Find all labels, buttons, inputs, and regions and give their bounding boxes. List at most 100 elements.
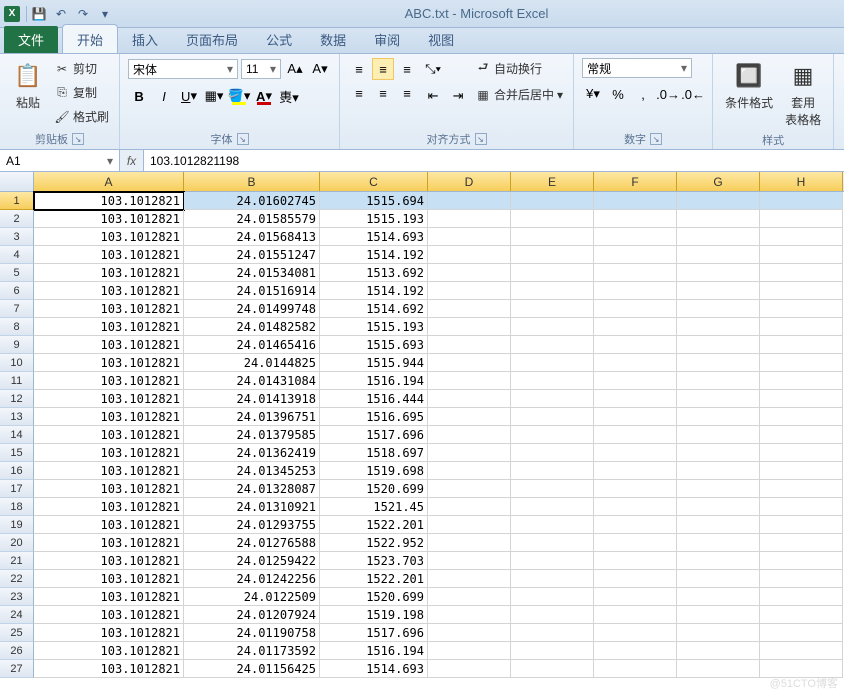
cell-H16[interactable]	[760, 462, 843, 480]
cell-F27[interactable]	[594, 660, 677, 678]
cell-B1[interactable]: 24.01602745	[184, 192, 320, 210]
row-header-10[interactable]: 10	[0, 354, 34, 372]
chevron-down-icon[interactable]: ▾	[107, 154, 113, 168]
cell-C1[interactable]: 1515.694	[320, 192, 428, 210]
cell-D7[interactable]	[428, 300, 511, 318]
align-bottom-button[interactable]: ≡	[396, 58, 418, 80]
select-all-corner[interactable]	[0, 172, 34, 191]
cell-G13[interactable]	[677, 408, 760, 426]
cell-B15[interactable]: 24.01362419	[184, 444, 320, 462]
cell-D20[interactable]	[428, 534, 511, 552]
cell-B10[interactable]: 24.0144825	[184, 354, 320, 372]
cell-C21[interactable]: 1523.703	[320, 552, 428, 570]
cell-D13[interactable]	[428, 408, 511, 426]
row-header-5[interactable]: 5	[0, 264, 34, 282]
cell-B23[interactable]: 24.0122509	[184, 588, 320, 606]
tab-review[interactable]: 审阅	[360, 25, 414, 53]
cell-D6[interactable]	[428, 282, 511, 300]
row-header-17[interactable]: 17	[0, 480, 34, 498]
cell-F1[interactable]	[594, 192, 677, 210]
cell-E8[interactable]	[511, 318, 594, 336]
cell-G6[interactable]	[677, 282, 760, 300]
cell-C18[interactable]: 1521.45	[320, 498, 428, 516]
underline-button[interactable]: U▾	[178, 85, 200, 107]
cell-B6[interactable]: 24.01516914	[184, 282, 320, 300]
row-header-6[interactable]: 6	[0, 282, 34, 300]
cell-E18[interactable]	[511, 498, 594, 516]
cell-C10[interactable]: 1515.944	[320, 354, 428, 372]
cell-G15[interactable]	[677, 444, 760, 462]
row-header-7[interactable]: 7	[0, 300, 34, 318]
cell-C22[interactable]: 1522.201	[320, 570, 428, 588]
cell-D12[interactable]	[428, 390, 511, 408]
cell-D5[interactable]	[428, 264, 511, 282]
cell-A4[interactable]: 103.1012821	[34, 246, 184, 264]
cell-G19[interactable]	[677, 516, 760, 534]
row-header-13[interactable]: 13	[0, 408, 34, 426]
shrink-font-button[interactable]: A▾	[309, 58, 331, 80]
font-launcher[interactable]: ↘	[237, 133, 249, 145]
row-header-2[interactable]: 2	[0, 210, 34, 228]
qat-dropdown-icon[interactable]: ▾	[97, 6, 113, 22]
cell-E5[interactable]	[511, 264, 594, 282]
format-painter-button[interactable]: 🖌格式刷	[52, 106, 111, 127]
cell-H14[interactable]	[760, 426, 843, 444]
row-header-25[interactable]: 25	[0, 624, 34, 642]
tab-view[interactable]: 视图	[414, 25, 468, 53]
col-header-B[interactable]: B	[184, 172, 320, 191]
redo-icon[interactable]: ↷	[75, 6, 91, 22]
cell-G11[interactable]	[677, 372, 760, 390]
cell-A10[interactable]: 103.1012821	[34, 354, 184, 372]
cell-F2[interactable]	[594, 210, 677, 228]
cell-B22[interactable]: 24.01242256	[184, 570, 320, 588]
cell-D1[interactable]	[428, 192, 511, 210]
row-header-16[interactable]: 16	[0, 462, 34, 480]
align-right-button[interactable]: ≡	[396, 82, 418, 104]
cell-B9[interactable]: 24.01465416	[184, 336, 320, 354]
cell-H8[interactable]	[760, 318, 843, 336]
cell-A15[interactable]: 103.1012821	[34, 444, 184, 462]
cell-H15[interactable]	[760, 444, 843, 462]
cell-F24[interactable]	[594, 606, 677, 624]
cell-A1[interactable]: 103.1012821	[34, 192, 184, 210]
cell-H23[interactable]	[760, 588, 843, 606]
cell-F4[interactable]	[594, 246, 677, 264]
cell-B20[interactable]: 24.01276588	[184, 534, 320, 552]
tab-insert[interactable]: 插入	[118, 25, 172, 53]
cell-A21[interactable]: 103.1012821	[34, 552, 184, 570]
cell-H17[interactable]	[760, 480, 843, 498]
cell-F25[interactable]	[594, 624, 677, 642]
cell-G24[interactable]	[677, 606, 760, 624]
cell-H5[interactable]	[760, 264, 843, 282]
phonetic-button[interactable]: 軣▾	[278, 85, 300, 107]
align-middle-button[interactable]: ≡	[372, 58, 394, 80]
col-header-A[interactable]: A	[34, 172, 184, 191]
cell-A2[interactable]: 103.1012821	[34, 210, 184, 228]
cell-G1[interactable]	[677, 192, 760, 210]
col-header-F[interactable]: F	[594, 172, 677, 191]
cell-G18[interactable]	[677, 498, 760, 516]
orientation-button[interactable]: ⤡▾	[422, 58, 444, 80]
cell-C2[interactable]: 1515.193	[320, 210, 428, 228]
cell-A7[interactable]: 103.1012821	[34, 300, 184, 318]
cell-F6[interactable]	[594, 282, 677, 300]
cell-A11[interactable]: 103.1012821	[34, 372, 184, 390]
cell-C13[interactable]: 1516.695	[320, 408, 428, 426]
cell-E19[interactable]	[511, 516, 594, 534]
cell-D25[interactable]	[428, 624, 511, 642]
cell-F21[interactable]	[594, 552, 677, 570]
cell-E12[interactable]	[511, 390, 594, 408]
cell-D26[interactable]	[428, 642, 511, 660]
cell-C20[interactable]: 1522.952	[320, 534, 428, 552]
border-button[interactable]: ▦▾	[203, 85, 225, 107]
cell-H11[interactable]	[760, 372, 843, 390]
cell-B19[interactable]: 24.01293755	[184, 516, 320, 534]
row-header-14[interactable]: 14	[0, 426, 34, 444]
cell-B25[interactable]: 24.01190758	[184, 624, 320, 642]
align-top-button[interactable]: ≡	[348, 58, 370, 80]
cell-C15[interactable]: 1518.697	[320, 444, 428, 462]
cell-C7[interactable]: 1514.692	[320, 300, 428, 318]
cell-A23[interactable]: 103.1012821	[34, 588, 184, 606]
grow-font-button[interactable]: A▴	[284, 58, 306, 80]
cell-G27[interactable]	[677, 660, 760, 678]
